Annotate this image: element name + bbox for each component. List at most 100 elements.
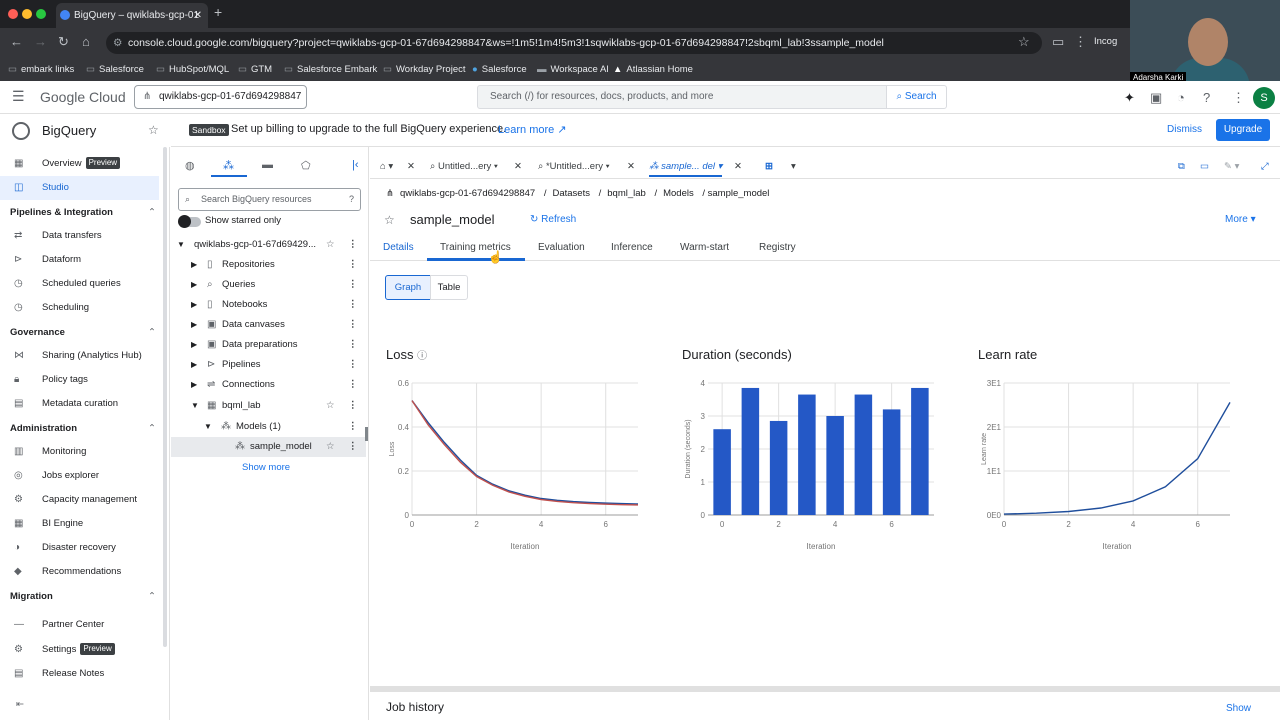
tree-notebooks[interactable]: ▶ ▯ Notebooks ⋮	[171, 295, 361, 315]
kebab-menu-icon[interactable]: ⋮	[348, 235, 358, 255]
kebab-menu-icon[interactable]: ⋮	[348, 295, 358, 315]
nav-bi-engine[interactable]: ▦ BI Engine	[0, 512, 159, 536]
reload-icon[interactable]: ↻	[58, 34, 69, 50]
collapse-nav-icon[interactable]: ⇤	[16, 699, 24, 710]
caret-right-icon[interactable]: ▶	[191, 355, 197, 375]
gemini-spark-icon[interactable]: ✦	[1124, 90, 1135, 106]
browser-tab[interactable]: BigQuery – qwiklabs-gcp-01 ✕	[56, 3, 208, 28]
workspace-tab-2[interactable]: ⌕ *Untitled...ery ▾	[538, 157, 610, 177]
starred-only-toggle[interactable]	[178, 215, 201, 228]
tree-pipelines[interactable]: ▶ ⊳ Pipelines ⋮	[171, 355, 361, 375]
tab-warm-start[interactable]: Warm-start	[680, 242, 729, 253]
notifications-icon[interactable]: ◔	[1177, 90, 1185, 105]
graph-view-button[interactable]: Graph	[385, 275, 431, 300]
tab-evaluation[interactable]: Evaluation	[538, 242, 585, 253]
refresh-button[interactable]: ↻ Refresh	[530, 214, 576, 225]
cloud-shell-icon[interactable]: ▣	[1150, 90, 1162, 106]
explorer-resources-icon[interactable]: ⁂	[223, 159, 234, 172]
breadcrumb-datasets[interactable]: Datasets	[552, 188, 590, 199]
explorer-scrollbar[interactable]	[365, 427, 368, 441]
bookmark-embark-links[interactable]: ▭ embark links	[8, 64, 74, 75]
kebab-menu-icon[interactable]: ⋮	[348, 275, 358, 295]
new-tab-icon[interactable]: +	[214, 4, 222, 20]
upgrade-button[interactable]: Upgrade	[1216, 119, 1270, 141]
address-bar[interactable]: ⚙ console.cloud.google.com/bigquery?proj…	[106, 32, 1042, 54]
tree-data-canvases[interactable]: ▶ ▣ Data canvases ⋮	[171, 315, 361, 335]
explorer-tag-icon[interactable]: ⬠	[301, 159, 311, 172]
caret-down-icon[interactable]: ▼	[177, 235, 185, 255]
new-tab-plus-icon[interactable]: ⊞	[765, 157, 773, 177]
nav-partner-center[interactable]: ― Partner Center	[0, 613, 159, 637]
bookmark-salesforce-folder[interactable]: ▭ Salesforce	[86, 64, 144, 75]
breadcrumb-dataset[interactable]: bqml_lab	[607, 188, 646, 199]
more-menu-button[interactable]: More ▾	[1225, 214, 1256, 225]
pin-product-star-icon[interactable]: ☆	[148, 123, 159, 137]
tab-registry[interactable]: Registry	[759, 242, 796, 253]
collapse-explorer-icon[interactable]: |‹	[352, 159, 359, 171]
section-governance[interactable]: Governance ⌃	[10, 327, 160, 338]
maximize-window-icon[interactable]	[36, 9, 46, 19]
explorer-folder-icon[interactable]: ▬	[262, 159, 273, 171]
forward-icon[interactable]: →	[34, 34, 47, 49]
open-in-window-icon[interactable]: ⧉	[1178, 157, 1185, 177]
bookmark-salesforce-embark[interactable]: ▭ Salesforce Embark	[284, 64, 377, 75]
nav-policy-tags[interactable]: 🔒︎ Policy tags	[0, 368, 159, 392]
tab-overflow-chevron-icon[interactable]: ▾	[791, 157, 796, 177]
close-icon[interactable]: ✕	[407, 157, 415, 177]
section-administration[interactable]: Administration ⌃	[10, 423, 160, 434]
back-icon[interactable]: ←	[10, 34, 23, 49]
close-window-icon[interactable]	[8, 9, 18, 19]
caret-right-icon[interactable]: ▶	[191, 315, 197, 335]
tree-data-preparations[interactable]: ▶ ▣ Data preparations ⋮	[171, 335, 361, 355]
help-icon[interactable]: ?	[1203, 90, 1210, 105]
section-migration[interactable]: Migration ⌃	[10, 591, 160, 602]
nav-dataform[interactable]: ⊳ Dataform	[0, 248, 159, 272]
kebab-menu-icon[interactable]: ⋮	[348, 355, 358, 375]
star-icon[interactable]: ☆	[326, 396, 335, 416]
job-history-show-button[interactable]: Show	[1226, 703, 1251, 714]
home-tab-icon[interactable]: ⌂ ▾	[380, 157, 393, 177]
nav-recommendations[interactable]: ◆ Recommendations	[0, 560, 159, 584]
bookmark-hubspot[interactable]: ▭ HubSpot/MQL	[156, 64, 229, 75]
cast-icon[interactable]: ▭	[1052, 34, 1064, 50]
star-icon[interactable]: ☆	[384, 213, 395, 227]
fullscreen-icon[interactable]: ⤢	[1261, 157, 1269, 177]
minimize-window-icon[interactable]	[22, 9, 32, 19]
bookmark-workspace-ai[interactable]: ▬ Workspace AI	[537, 64, 609, 75]
caret-right-icon[interactable]: ▶	[191, 295, 197, 315]
star-icon[interactable]: ☆	[326, 235, 335, 255]
nav-overview[interactable]: ▦ Overview Preview	[0, 152, 159, 176]
console-search-button[interactable]: ⌕ Search	[886, 85, 947, 109]
tree-dataset-bqml-lab[interactable]: ▼ ▦ bqml_lab ☆ ⋮	[171, 396, 361, 416]
learn-more-link[interactable]: Learn more ↗	[498, 123, 567, 136]
tree-project[interactable]: ▼ qwiklabs-gcp-01-67d69429... ☆ ⋮	[171, 235, 361, 255]
tree-queries[interactable]: ▶ ⌕ Queries ⋮	[171, 275, 361, 295]
help-icon[interactable]: ?	[349, 189, 354, 210]
edit-icon[interactable]: ✎ ▾	[1224, 157, 1239, 177]
tree-connections[interactable]: ▶ ⇌ Connections ⋮	[171, 375, 361, 395]
tab-inference[interactable]: Inference	[611, 242, 653, 253]
project-picker[interactable]: ⋔ qwiklabs-gcp-01-67d694298847	[134, 85, 307, 109]
nav-scheduled-queries[interactable]: ◷ Scheduled queries	[0, 272, 159, 296]
info-icon[interactable]: ⓘ	[417, 351, 427, 362]
bookmark-salesforce[interactable]: ● Salesforce	[472, 64, 527, 75]
caret-down-icon[interactable]: ▼	[204, 417, 212, 437]
nav-studio[interactable]: ◫ Studio	[0, 176, 159, 200]
close-tab-icon[interactable]: ✕	[194, 3, 202, 28]
bookmark-gtm[interactable]: ▭ GTM	[238, 64, 272, 75]
workspace-tab-sample-model[interactable]: ⁂ sample... del ▾	[649, 157, 723, 177]
caret-down-icon[interactable]: ▼	[191, 396, 199, 416]
breadcrumb-models[interactable]: Models	[663, 188, 694, 199]
show-more-link[interactable]: Show more	[242, 462, 290, 473]
menu-icon[interactable]: ☰	[12, 88, 25, 105]
site-info-icon[interactable]: ⚙	[113, 32, 122, 54]
nav-scrollbar[interactable]	[163, 147, 167, 647]
tree-repositories[interactable]: ▶ ▯ Repositories ⋮	[171, 255, 361, 275]
nav-capacity-management[interactable]: ⚙ Capacity management	[0, 488, 159, 512]
more-options-icon[interactable]: ⋮	[1232, 90, 1245, 106]
nav-jobs-explorer[interactable]: ◎ Jobs explorer	[0, 464, 159, 488]
bookmark-star-icon[interactable]: ☆	[1018, 34, 1030, 50]
keyboard-icon[interactable]: ▭	[1200, 157, 1209, 177]
nav-monitoring[interactable]: ▥ Monitoring	[0, 440, 159, 464]
incognito-label[interactable]: Incog	[1094, 36, 1117, 47]
